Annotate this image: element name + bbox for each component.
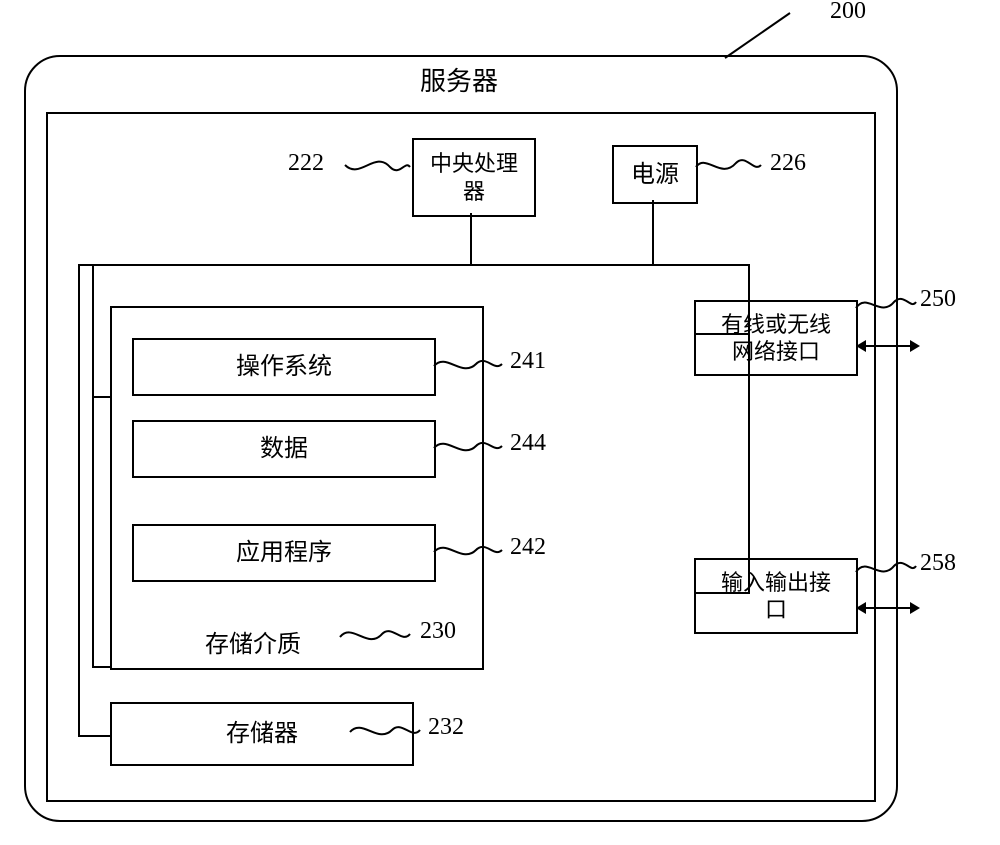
bus-left-outer: [78, 264, 80, 736]
cpu-box: 中央处理 器: [412, 138, 536, 217]
power-label: 电源: [631, 160, 679, 190]
ref-230: 230: [420, 618, 456, 645]
net-label: 有线或无线 网络接口: [721, 311, 831, 366]
bus-power-down: [652, 200, 654, 265]
power-box: 电源: [612, 145, 698, 204]
os-box: 操作系统: [132, 338, 436, 396]
diagram-canvas: 200 服务器 中央处理 器 222 电源 226 存储介质 230: [0, 0, 1000, 845]
ref-258: 258: [920, 550, 956, 577]
ref-226: 226: [770, 150, 806, 177]
net-box: 有线或无线 网络接口: [694, 300, 858, 376]
net-bi-arrow: [856, 336, 920, 356]
io-label: 输入输出接 口: [721, 569, 831, 624]
os-label: 操作系统: [236, 352, 332, 382]
leader-241: [434, 352, 502, 380]
io-box: 输入输出接 口: [694, 558, 858, 634]
leader-258: [856, 554, 916, 584]
ref-241: 241: [510, 348, 546, 375]
leader-222: [345, 155, 410, 185]
leader-250: [856, 290, 916, 320]
ref-242: 242: [510, 534, 546, 561]
leader-226: [696, 155, 761, 185]
leader-230: [340, 622, 410, 652]
ref-232: 232: [428, 714, 464, 741]
bus-inner-end: [92, 666, 112, 668]
server-title: 服务器: [24, 60, 894, 104]
bus-left-inner: [92, 264, 94, 668]
leader-232: [350, 718, 420, 746]
ref-222: 222: [288, 150, 324, 177]
bus-cpu-down: [470, 213, 472, 265]
ref-244: 244: [510, 430, 546, 457]
bus-top-h: [78, 264, 750, 266]
bus-into-memory: [78, 735, 112, 737]
io-bi-arrow: [856, 598, 920, 618]
cpu-label: 中央处理 器: [430, 150, 518, 205]
leader-242: [434, 538, 502, 566]
data-box: 数据: [132, 420, 436, 478]
ref-250: 250: [920, 286, 956, 313]
storage-media-label: 存储介质: [205, 624, 301, 659]
memory-label: 存储器: [226, 719, 298, 749]
app-label: 应用程序: [236, 538, 332, 568]
data-label: 数据: [260, 434, 308, 464]
bus-into-media: [92, 396, 112, 398]
ref-200: 200: [830, 0, 866, 25]
leader-244: [434, 434, 502, 462]
app-box: 应用程序: [132, 524, 436, 582]
